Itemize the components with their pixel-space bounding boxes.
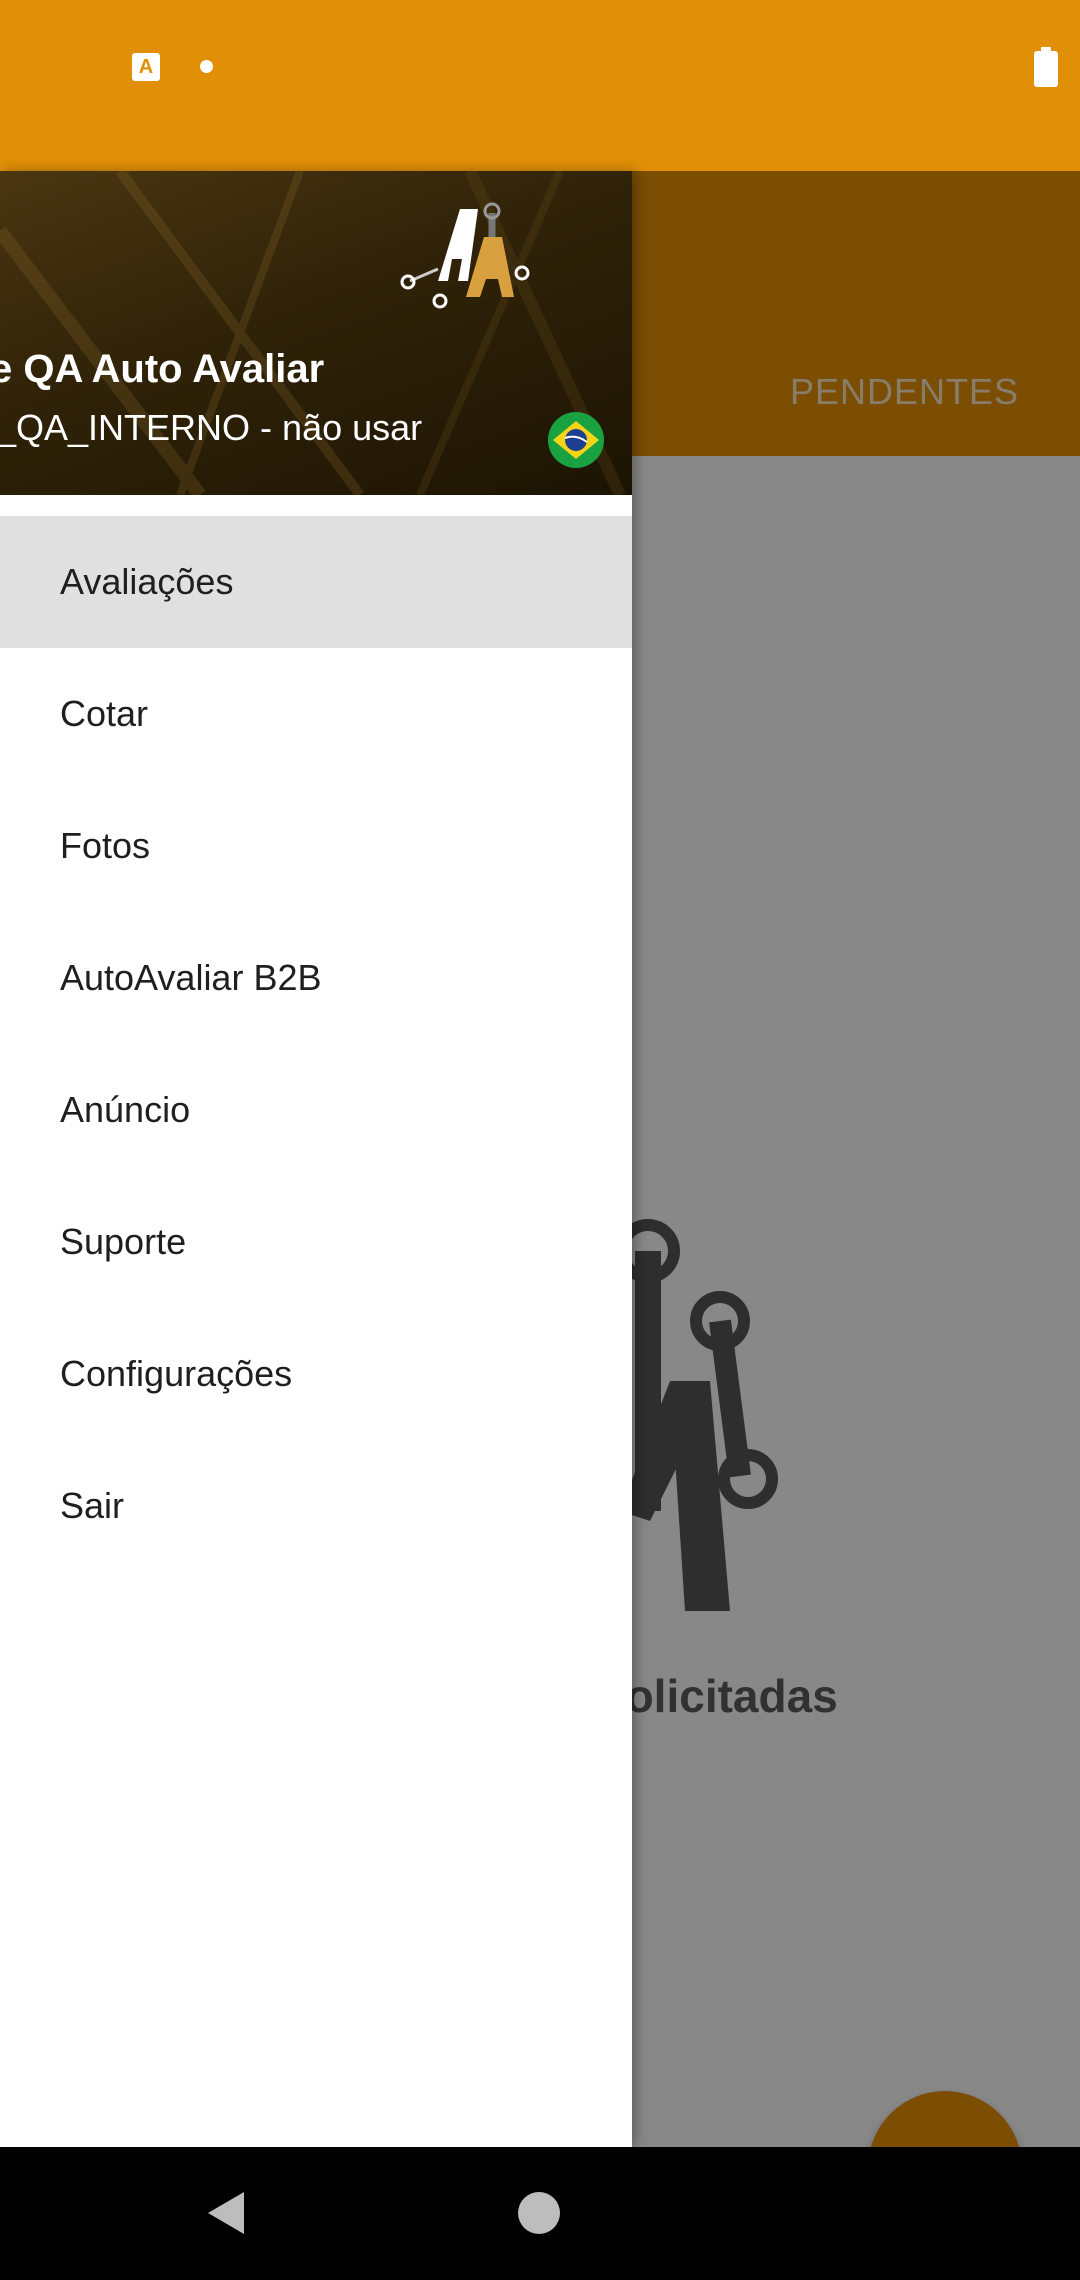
drawer-user-subtitle: _QA_INTERNO - não usar	[0, 407, 423, 448]
system-nav-bar	[0, 2147, 1080, 2280]
menu-item-autoavaliar-b2b[interactable]: AutoAvaliar B2B	[0, 912, 632, 1044]
auto-avaliar-notification-icon: A	[132, 53, 160, 81]
menu-item-sair[interactable]: Sair	[0, 1440, 632, 1572]
auto-avaliar-logo	[400, 202, 530, 309]
drawer-header: e QA Auto Avaliar _QA_INTERNO - não usar	[0, 171, 632, 495]
drawer-user-name: e QA Auto Avaliar	[0, 347, 325, 391]
menu-item-anuncio[interactable]: Anúncio	[0, 1044, 632, 1176]
notification-dot-icon	[200, 60, 213, 73]
menu-item-suporte[interactable]: Suporte	[0, 1176, 632, 1308]
brazil-flag-icon[interactable]	[548, 412, 604, 468]
menu-item-avaliacoes[interactable]: Avaliações	[0, 516, 632, 648]
menu-item-cotar[interactable]: Cotar	[0, 648, 632, 780]
back-icon[interactable]	[206, 2190, 246, 2236]
navigation-drawer: e QA Auto Avaliar _QA_INTERNO - não usar…	[0, 171, 632, 2147]
battery-full-icon	[1034, 47, 1058, 87]
drawer-menu: Avaliações Cotar Fotos AutoAvaliar B2B A…	[0, 516, 632, 1572]
status-bar: A	[0, 0, 1080, 171]
menu-item-configuracoes[interactable]: Configurações	[0, 1308, 632, 1440]
home-icon[interactable]	[518, 2192, 560, 2234]
menu-item-fotos[interactable]: Fotos	[0, 780, 632, 912]
